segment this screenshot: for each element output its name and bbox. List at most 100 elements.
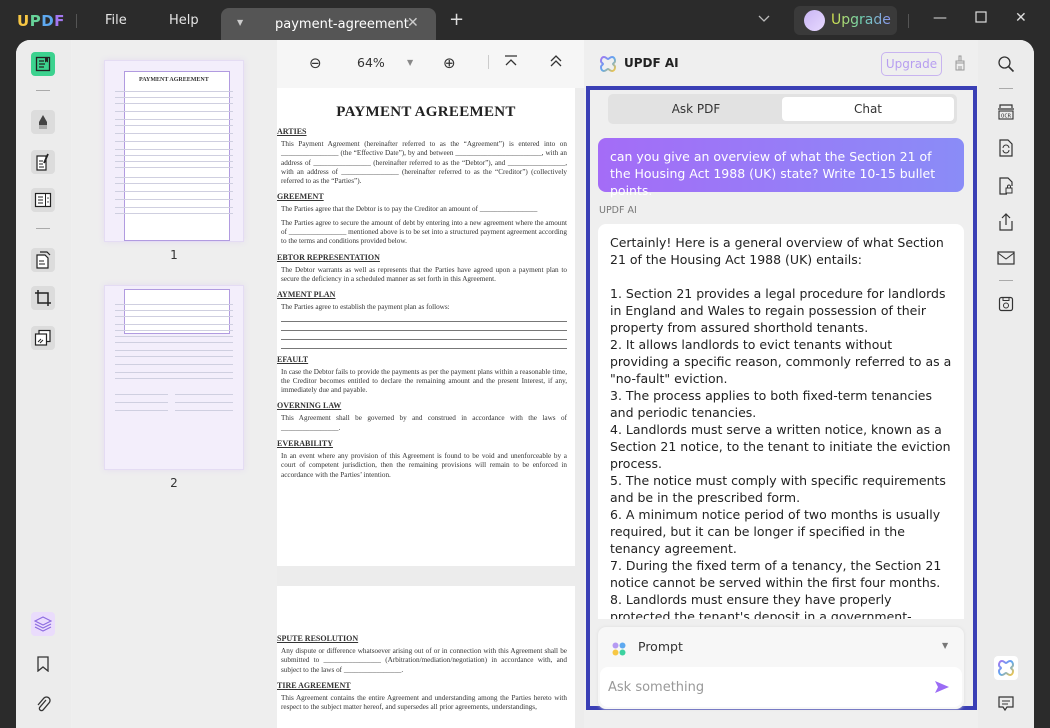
thumbnail-page-1[interactable]: PAYMENT AGREEMENT <box>104 60 244 242</box>
section-entire-agreement: TIRE AGREEMENT This Agreement contains th… <box>277 681 575 713</box>
save-icon[interactable] <box>994 292 1018 316</box>
divider <box>36 90 50 91</box>
avatar <box>804 10 825 31</box>
share-icon[interactable] <box>994 210 1018 234</box>
assistant-response: Certainly! Here is a general overview of… <box>598 224 964 619</box>
paragraph: This Payment Agreement (hereinafter refe… <box>281 140 567 186</box>
response-line: 6. A minimum notice period of two months… <box>610 507 945 556</box>
section-heading: TIRE AGREEMENT <box>277 680 351 690</box>
attachment-icon[interactable] <box>31 692 55 716</box>
new-tab-button[interactable]: + <box>449 11 464 29</box>
paragraph: In case the Debtor fails to provide the … <box>281 367 567 395</box>
upgrade-label: Upgrade <box>831 12 891 28</box>
app-body: PAYMENT AGREEMENT 1 2 ⊖ 64% ▼ ⊕ PAYMENT … <box>16 40 1034 728</box>
tab-title: payment-agreement <box>275 17 409 32</box>
paragraph: In an event where any provision of this … <box>281 452 567 479</box>
crop-icon[interactable] <box>31 286 55 310</box>
updf-ai-icon[interactable] <box>994 656 1018 680</box>
pdf-viewer: ⊖ 64% ▼ ⊕ PAYMENT AGREEMENT ARTIES This P… <box>277 40 584 728</box>
section-debtor: EBTOR REPRESENTATION The Debtor warrants … <box>277 253 575 285</box>
ai-mode-tabs: Ask PDF Chat <box>608 94 957 124</box>
response-line: 8. Landlords must ensure they have prope… <box>610 592 912 619</box>
updf-logo: UPDF <box>17 12 65 30</box>
section-payment-plan: AYMENT PLAN The Parties agree to establis… <box>277 290 575 349</box>
comment-icon[interactable] <box>994 692 1018 716</box>
response-line: 3. The process applies to both fixed-ter… <box>610 388 936 420</box>
divider <box>36 228 50 229</box>
section-heading: EBTOR REPRESENTATION <box>277 252 380 262</box>
prompt-box: Prompt ▼ <box>598 627 964 709</box>
ai-upgrade-button[interactable]: Upgrade <box>881 52 942 76</box>
response-line: 2. It allows landlords to evict tenants … <box>610 337 956 386</box>
tab-ask-pdf[interactable]: Ask PDF <box>611 97 781 121</box>
logo-letter: D <box>41 12 55 30</box>
zoom-out-button[interactable]: ⊖ <box>309 54 322 72</box>
search-icon[interactable] <box>994 52 1018 76</box>
previous-page-button[interactable] <box>549 54 563 72</box>
maximize-button[interactable] <box>975 11 987 27</box>
edit-icon[interactable] <box>31 150 55 174</box>
menu-file[interactable]: File <box>105 13 127 28</box>
ai-header: UPDF AI Upgrade <box>584 40 978 86</box>
first-page-button[interactable] <box>504 54 518 72</box>
prompt-dropdown-icon[interactable]: ▼ <box>942 641 948 650</box>
convert-icon[interactable] <box>994 136 1018 160</box>
organize-icon[interactable] <box>31 188 55 212</box>
section-heading: GREEMENT <box>277 192 324 202</box>
paragraph: The Parties agree to establish the payme… <box>281 303 450 312</box>
protect-icon[interactable] <box>994 174 1018 198</box>
document-tab[interactable]: ▼ payment-agreement ✕ <box>221 8 436 40</box>
thumbnail-page-number: 2 <box>170 476 178 490</box>
section-severability: EVERABILITY In an event where any provisi… <box>277 439 575 480</box>
pdf-page-1: PAYMENT AGREEMENT ARTIES This Payment Agr… <box>277 88 575 566</box>
blank-line <box>281 329 567 331</box>
upgrade-button[interactable]: Upgrade <box>794 6 897 35</box>
tab-close-icon[interactable]: ✕ <box>407 15 419 31</box>
svg-text:OCR: OCR <box>1001 114 1012 120</box>
menu-help[interactable]: Help <box>169 13 199 28</box>
minimize-button[interactable]: — <box>933 10 947 26</box>
paragraph: Any dispute or difference whatsoever ari… <box>281 647 567 674</box>
response-line: 5. The notice must comply with specific … <box>610 473 950 505</box>
section-heading: ARTIES <box>277 127 307 136</box>
prompt-icon <box>612 641 626 656</box>
email-icon[interactable] <box>994 246 1018 270</box>
layers-icon[interactable] <box>31 612 55 636</box>
document-title: PAYMENT AGREEMENT <box>336 104 516 120</box>
section-heading: OVERNING LAW <box>277 401 342 411</box>
zoom-in-button[interactable]: ⊕ <box>443 54 456 72</box>
thumbnail-page-2[interactable] <box>104 285 244 470</box>
section-heading: SPUTE RESOLUTION <box>277 634 359 643</box>
send-icon[interactable] <box>934 679 950 693</box>
title-bar: UPDF File Help ▼ payment-agreement ✕ + U… <box>0 0 1050 40</box>
zoom-dropdown-icon[interactable]: ▼ <box>407 54 413 72</box>
zoom-level[interactable]: 64% <box>357 54 385 72</box>
ask-input[interactable] <box>600 667 962 707</box>
reader-icon[interactable] <box>31 52 55 76</box>
section-default: EFAULT In case the Debtor fails to provid… <box>277 355 575 396</box>
thumbnail-panel: PAYMENT AGREEMENT 1 2 <box>72 40 277 728</box>
divider <box>999 280 1013 281</box>
prompt-selector[interactable]: Prompt <box>638 639 683 654</box>
response-line: Certainly! Here is a general overview of… <box>610 235 948 267</box>
left-toolbar <box>16 40 71 728</box>
tab-chat[interactable]: Chat <box>782 97 954 121</box>
right-toolbar: OCR <box>978 40 1034 728</box>
paragraph: This Agreement contains the entire Agree… <box>281 693 567 712</box>
highlight-icon[interactable] <box>31 110 55 134</box>
section-heading: AYMENT PLAN <box>277 290 336 300</box>
close-window-button[interactable]: ✕ <box>1015 10 1027 26</box>
thumbnail-page-number: 1 <box>170 248 178 262</box>
pages-icon[interactable] <box>31 248 55 272</box>
tab-dropdown-icon[interactable]: ▼ <box>237 18 243 27</box>
ocr-icon[interactable]: OCR <box>994 100 1018 124</box>
paragraph: This Agreement shall be governed by and … <box>281 414 567 432</box>
response-line: 7. During the fixed term of a tenancy, t… <box>610 558 946 590</box>
clear-chat-icon[interactable] <box>954 55 966 75</box>
tabs-dropdown-icon[interactable] <box>758 13 770 26</box>
blank-line <box>281 338 567 340</box>
watermark-icon[interactable] <box>31 326 55 350</box>
paragraph: The Parties agree to secure the amount o… <box>281 218 567 246</box>
bookmark-icon[interactable] <box>31 652 55 676</box>
section-dispute: SPUTE RESOLUTION Any dispute or differenc… <box>277 634 575 675</box>
